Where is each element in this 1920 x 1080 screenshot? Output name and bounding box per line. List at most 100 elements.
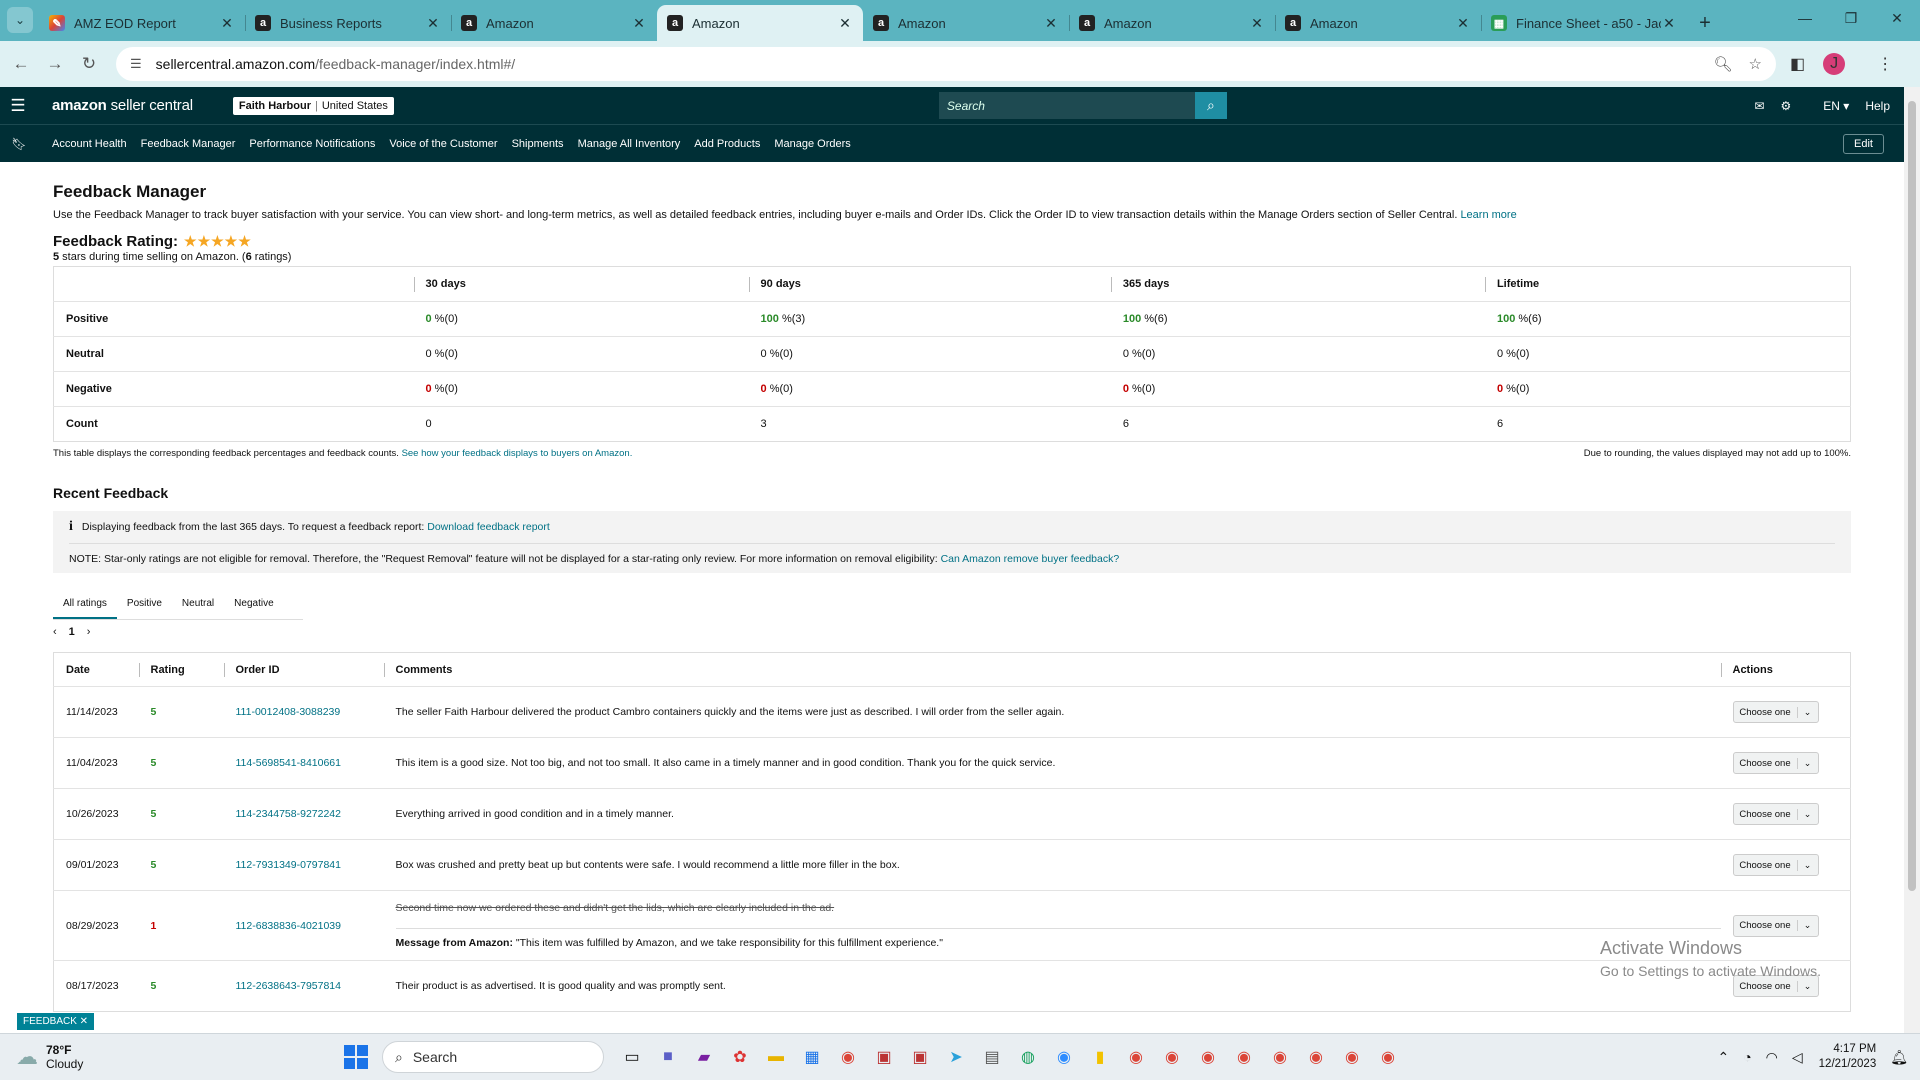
close-tab-icon[interactable]: ✕ bbox=[1249, 15, 1265, 32]
app-icon[interactable]: ◍ bbox=[1010, 1039, 1046, 1075]
remove-feedback-help-link[interactable]: Can Amazon remove buyer feedback? bbox=[941, 553, 1120, 565]
close-tab-icon[interactable]: ✕ bbox=[1455, 15, 1471, 32]
nav-item[interactable]: Manage Orders bbox=[774, 138, 850, 150]
chrome-icon[interactable]: ◉ bbox=[1334, 1039, 1370, 1075]
choose-one-dropdown[interactable]: Choose one ⌄ bbox=[1732, 914, 1819, 937]
bookmark-star-icon[interactable]: ☆ bbox=[1749, 55, 1762, 73]
browser-tab[interactable]: a Amazon ✕ bbox=[451, 5, 657, 41]
chrome-icon[interactable]: ◉ bbox=[1118, 1039, 1154, 1075]
chrome-icon[interactable]: ◉ bbox=[830, 1039, 866, 1075]
feedback-display-link[interactable]: See how your feedback displays to buyers… bbox=[402, 448, 633, 459]
bookmark-icon[interactable]: 🔖︎ bbox=[0, 137, 38, 151]
browser-tab[interactable]: a Business Reports ✕ bbox=[245, 5, 451, 41]
calendar-icon[interactable]: ▦ bbox=[794, 1039, 830, 1075]
order-id-link[interactable]: 114-2344758-9272242 bbox=[223, 788, 384, 840]
feedback-badge[interactable]: FEEDBACK ✕ bbox=[17, 1013, 95, 1030]
back-icon[interactable]: ← bbox=[4, 54, 38, 74]
nav-item[interactable]: Account Health bbox=[52, 138, 127, 150]
app-icon[interactable]: ▰ bbox=[686, 1039, 722, 1075]
filter-tab-positive[interactable]: Positive bbox=[117, 592, 172, 619]
browser-tab[interactable]: a Amazon ✕ bbox=[1069, 5, 1275, 41]
close-tab-icon[interactable]: ✕ bbox=[1661, 15, 1677, 32]
filter-tab-neutral[interactable]: Neutral bbox=[172, 592, 224, 619]
nav-item[interactable]: Performance Notifications bbox=[249, 138, 375, 150]
chrome-icon[interactable]: ◉ bbox=[1190, 1039, 1226, 1075]
filter-tab-all-ratings[interactable]: All ratings bbox=[53, 592, 117, 619]
taskbar-search[interactable]: ⌕ Search bbox=[382, 1041, 604, 1073]
seller-search-input[interactable] bbox=[938, 92, 1195, 119]
account-switcher[interactable]: Faith Harbour | United States bbox=[232, 96, 394, 115]
hamburger-menu-icon[interactable]: ☰ bbox=[0, 96, 36, 116]
zoom-app-icon[interactable]: ◉ bbox=[1046, 1039, 1082, 1075]
chrome-icon[interactable]: ◉ bbox=[1370, 1039, 1406, 1075]
choose-one-dropdown[interactable]: Choose one ⌄ bbox=[1732, 701, 1819, 723]
app-icon[interactable]: ▣ bbox=[902, 1039, 938, 1075]
choose-one-dropdown[interactable]: Choose one ⌄ bbox=[1732, 854, 1819, 876]
app-icon[interactable]: ✿ bbox=[722, 1039, 758, 1075]
mail-icon[interactable]: ✉ bbox=[1754, 99, 1764, 113]
filter-tab-negative[interactable]: Negative bbox=[224, 592, 283, 619]
nav-item[interactable]: Add Products bbox=[694, 138, 760, 150]
choose-one-dropdown[interactable]: Choose one ⌄ bbox=[1732, 752, 1819, 774]
teams-icon[interactable]: ■ bbox=[650, 1039, 686, 1075]
sticky-notes-icon[interactable]: ▮ bbox=[1082, 1039, 1118, 1075]
chrome-icon[interactable]: ◉ bbox=[1226, 1039, 1262, 1075]
close-tab-icon[interactable]: ✕ bbox=[837, 15, 853, 32]
file-explorer-icon[interactable]: ▬ bbox=[758, 1039, 794, 1075]
chrome-icon[interactable]: ◉ bbox=[1298, 1039, 1334, 1075]
browser-tab[interactable]: a Amazon ✕ bbox=[1275, 5, 1481, 41]
restore-icon[interactable]: ❐ bbox=[1828, 0, 1874, 36]
browser-tab[interactable]: a Amazon ✕ bbox=[863, 5, 1069, 41]
help-link[interactable]: Help bbox=[1865, 99, 1890, 113]
side-panel-icon[interactable]: ◧ bbox=[1790, 54, 1805, 74]
notification-bell-icon[interactable]: 🔔︎ bbox=[1890, 1049, 1908, 1066]
choose-one-dropdown[interactable]: Choose one ⌄ bbox=[1732, 803, 1819, 825]
browser-tab[interactable]: a Amazon ✕ bbox=[657, 5, 863, 41]
minimize-icon[interactable]: — bbox=[1782, 0, 1828, 36]
nav-item[interactable]: Voice of the Customer bbox=[389, 138, 497, 150]
site-info-icon[interactable]: ☰ bbox=[130, 56, 142, 72]
learn-more-link[interactable]: Learn more bbox=[1460, 209, 1516, 221]
search-icon[interactable]: ⌕ bbox=[1194, 92, 1227, 119]
clock[interactable]: 4:17 PM 12/21/2023 bbox=[1819, 1042, 1877, 1072]
prev-page-icon[interactable]: ‹ bbox=[53, 626, 57, 638]
download-feedback-report-link[interactable]: Download feedback report bbox=[427, 521, 550, 533]
network-icon[interactable]: ◔ bbox=[1743, 1049, 1751, 1065]
language-selector[interactable]: EN ▾ bbox=[1807, 99, 1849, 113]
reload-icon[interactable]: ↻ bbox=[72, 54, 106, 74]
close-window-icon[interactable]: ✕ bbox=[1874, 0, 1920, 36]
browser-tab[interactable]: ✎ AMZ EOD Report ✕ bbox=[39, 5, 245, 41]
nav-item[interactable]: Manage All Inventory bbox=[578, 138, 681, 150]
calculator-icon[interactable]: ▤ bbox=[974, 1039, 1010, 1075]
order-id-link[interactable]: 112-2638643-7957814 bbox=[223, 960, 384, 1012]
new-tab-button[interactable]: + bbox=[1691, 5, 1719, 41]
telegram-icon[interactable]: ➤ bbox=[938, 1039, 974, 1075]
volume-icon[interactable]: ◁ bbox=[1792, 1049, 1803, 1066]
browser-menu-icon[interactable]: ⋮ bbox=[1877, 54, 1893, 74]
forward-icon[interactable]: → bbox=[38, 54, 72, 74]
wifi-icon[interactable]: ◠ bbox=[1766, 1049, 1778, 1066]
zoom-icon[interactable]: 🔍︎ bbox=[1714, 55, 1733, 73]
order-id-link[interactable]: 114-5698541-8410661 bbox=[223, 737, 384, 789]
next-page-icon[interactable]: › bbox=[87, 626, 91, 638]
order-id-link[interactable]: 112-6838836-4021039 bbox=[223, 890, 384, 961]
order-id-link[interactable]: 112-7931349-0797841 bbox=[223, 839, 384, 891]
nav-item[interactable]: Feedback Manager bbox=[141, 138, 236, 150]
seller-central-logo[interactable]: amazon seller central bbox=[52, 97, 193, 114]
chrome-icon[interactable]: ◉ bbox=[1262, 1039, 1298, 1075]
close-tab-icon[interactable]: ✕ bbox=[631, 15, 647, 32]
weather-widget[interactable]: ☁ 78°F Cloudy bbox=[16, 1043, 316, 1071]
edit-nav-button[interactable]: Edit bbox=[1843, 133, 1884, 154]
nav-item[interactable]: Shipments bbox=[512, 138, 564, 150]
close-tab-icon[interactable]: ✕ bbox=[219, 15, 235, 32]
page-number[interactable]: 1 bbox=[69, 626, 75, 638]
address-bar[interactable]: ☰ sellercentral.amazon.com/feedback-mana… bbox=[116, 47, 1776, 81]
page-scrollbar[interactable] bbox=[1904, 87, 1920, 1033]
chrome-icon[interactable]: ◉ bbox=[1154, 1039, 1190, 1075]
close-tab-icon[interactable]: ✕ bbox=[1043, 15, 1059, 32]
profile-avatar[interactable]: J bbox=[1823, 53, 1846, 75]
chevron-up-icon[interactable]: ⌃ bbox=[1717, 1049, 1729, 1066]
task-view-icon[interactable]: ▭ bbox=[614, 1039, 650, 1075]
browser-tab[interactable]: ▦ Finance Sheet - a50 - Jac ✕ bbox=[1481, 5, 1687, 41]
scrollbar-thumb[interactable] bbox=[1908, 101, 1916, 891]
